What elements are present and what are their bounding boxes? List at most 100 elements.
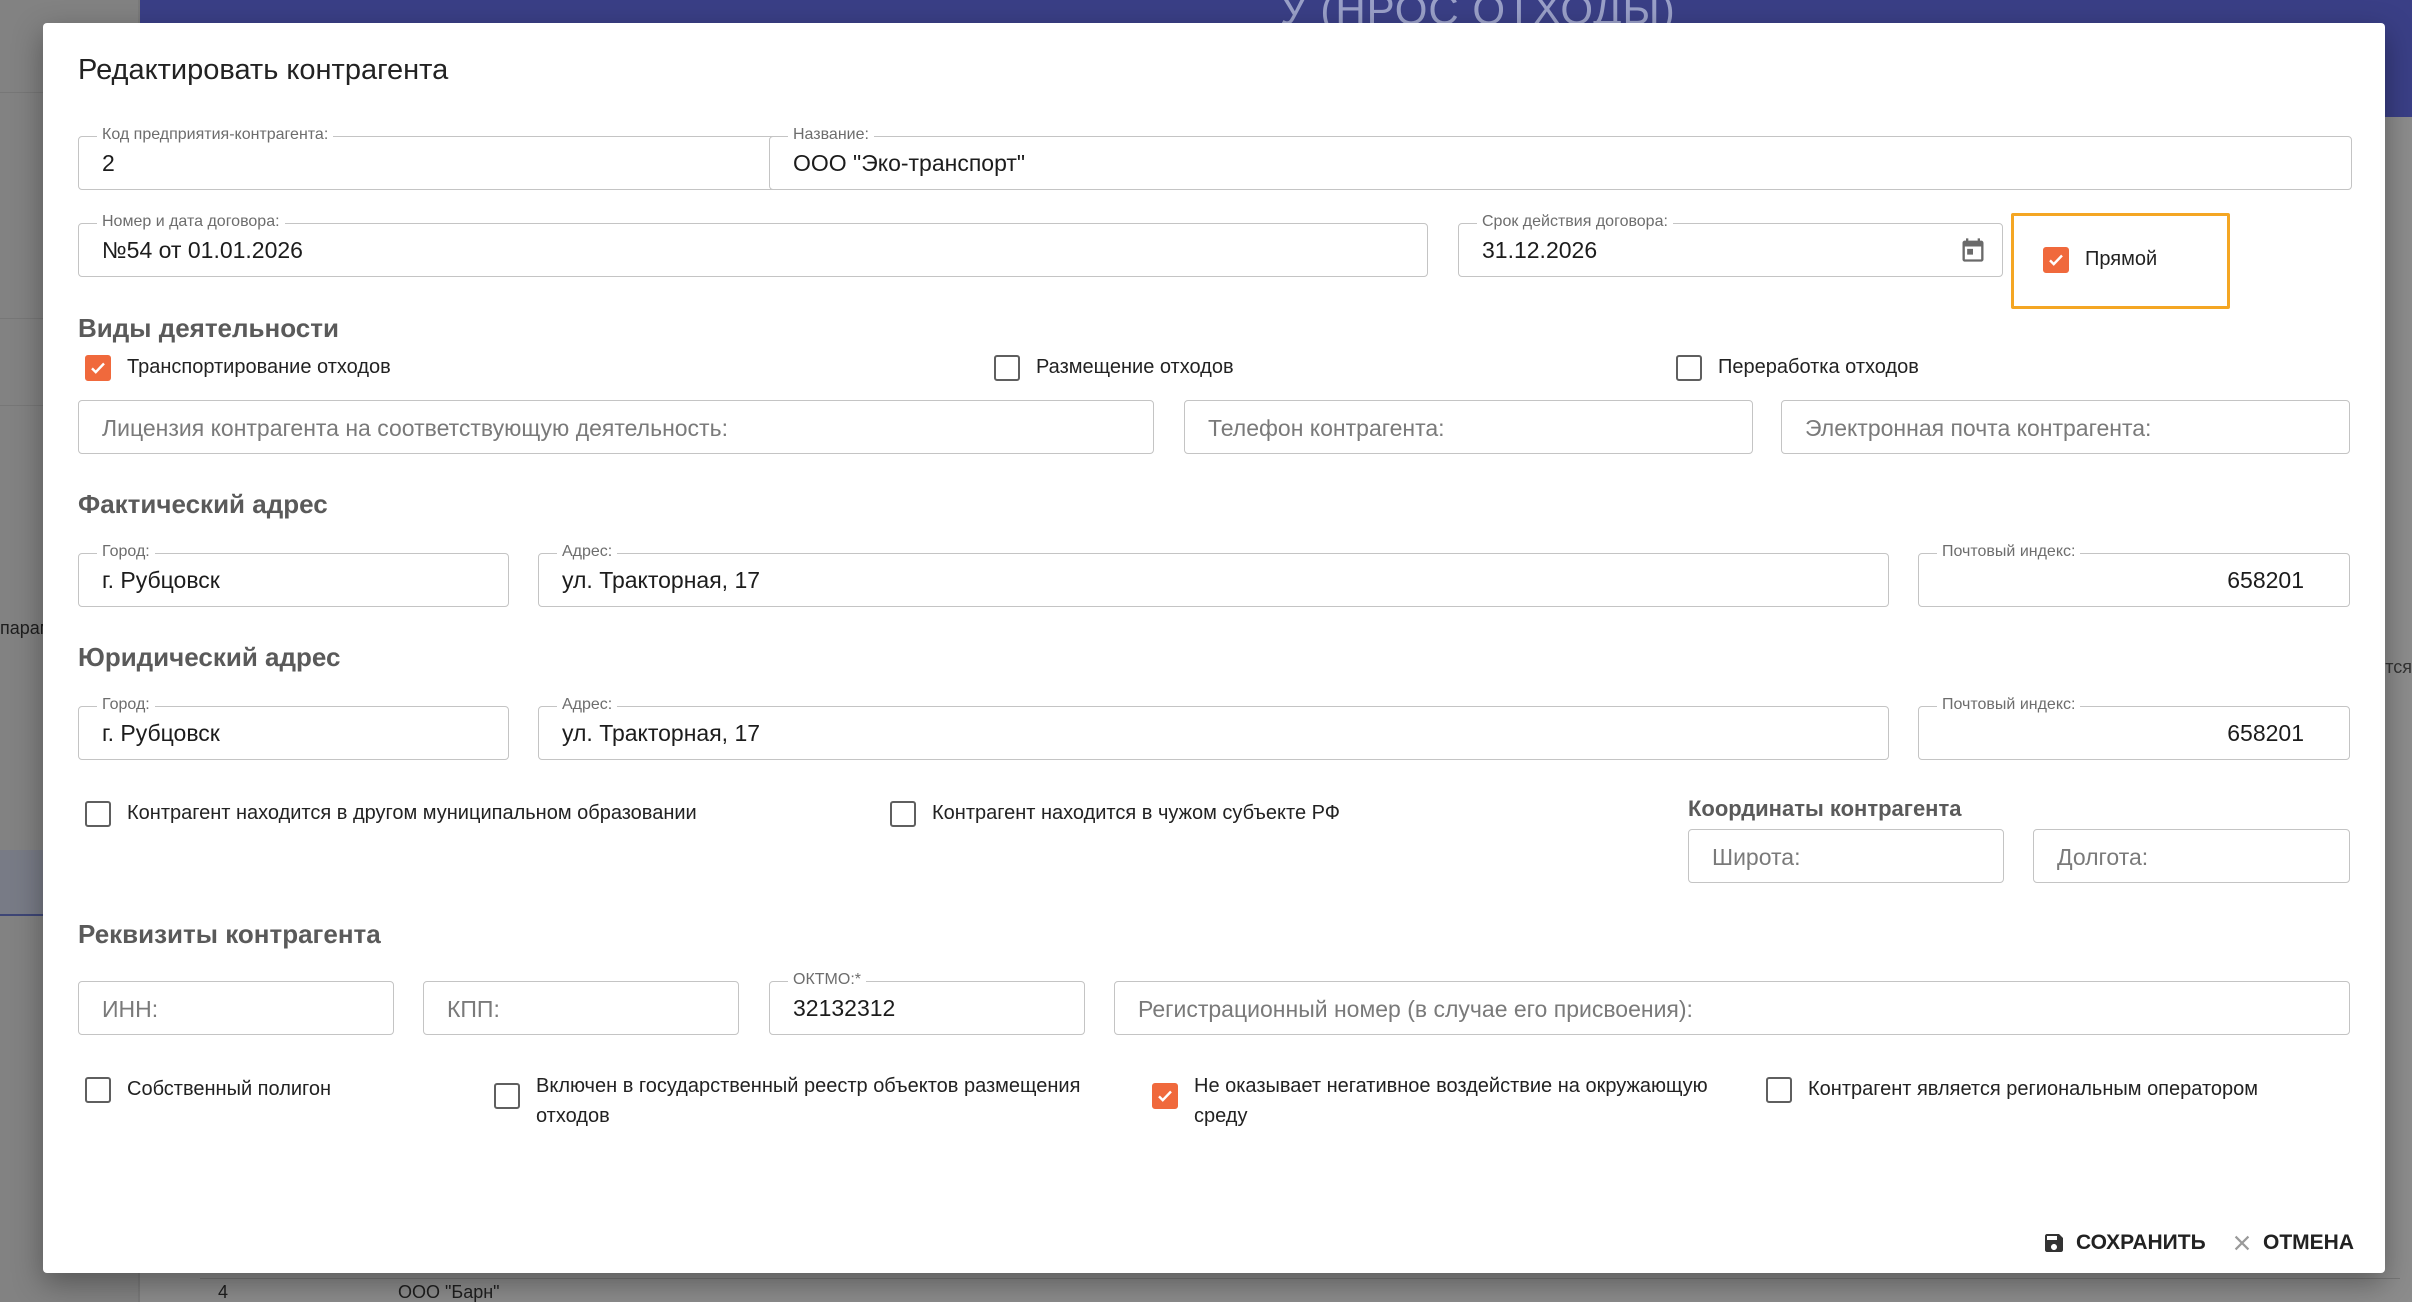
cancel-button[interactable]: ОТМЕНА	[2231, 1231, 2354, 1255]
checkbox-box[interactable]	[85, 1077, 111, 1103]
field-value: №54 от 01.01.2026	[102, 237, 303, 263]
license-field[interactable]: Лицензия контрагента на соответствующую …	[78, 400, 1154, 454]
field-value: г. Рубцовск	[102, 567, 220, 593]
checkbox-box[interactable]	[890, 801, 916, 827]
checkbox-label: Не оказывает негативное воздействие на о…	[1194, 1071, 1708, 1131]
checkbox-label: Собственный полигон	[127, 1078, 332, 1100]
legal-address-field[interactable]: Адрес: ул. Тракторная, 17	[538, 696, 1889, 760]
checkbox-label: Контрагент находится в чужом субъекте РФ	[932, 802, 1340, 824]
checkbox-label: Транспортирование отходов	[127, 356, 391, 378]
checkbox-label-line: отходов	[536, 1105, 610, 1127]
inn-field[interactable]: ИНН:	[78, 981, 394, 1035]
checkbox-box[interactable]	[85, 801, 111, 827]
checkmark-icon	[1158, 1090, 1172, 1102]
field-label: Название:	[788, 126, 874, 144]
field-placeholder: Долгота:	[2057, 844, 2149, 870]
registration-number-field[interactable]: Регистрационный номер (в случае его прис…	[1114, 981, 2350, 1035]
no-negative-impact-checkbox[interactable]: Не оказывает негативное воздействие на о…	[1152, 1075, 1708, 1131]
checkbox-label: Контрагент является региональным операто…	[1808, 1078, 2258, 1100]
checkbox-box[interactable]	[994, 355, 1020, 381]
own-landfill-checkbox[interactable]: Собственный полигон	[85, 1077, 331, 1104]
background-row-number: 4	[218, 1282, 229, 1302]
field-label: ОКТМО:*	[788, 971, 866, 989]
legal-zip-field[interactable]: Почтовый индекс: 658201	[1918, 696, 2350, 760]
contract-number-field[interactable]: Номер и дата договора: №54 от 01.01.2026	[78, 213, 1428, 277]
field-placeholder: Регистрационный номер (в случае его прис…	[1138, 996, 1693, 1022]
field-value: ул. Тракторная, 17	[562, 567, 761, 593]
checkbox-label-line: Не оказывает негативное воздействие на о…	[1194, 1075, 1708, 1097]
field-value: ООО "Эко-транспорт"	[793, 150, 1026, 176]
foreign-subject-checkbox[interactable]: Контрагент находится в чужом субъекте РФ	[890, 801, 1340, 828]
email-field[interactable]: Электронная почта контрагента:	[1781, 400, 2350, 454]
field-placeholder: КПП:	[447, 996, 500, 1022]
activity-processing-checkbox[interactable]: Переработка отходов	[1676, 355, 1919, 382]
checkmark-icon	[91, 362, 105, 374]
regional-operator-checkbox[interactable]: Контрагент является региональным операто…	[1766, 1077, 2258, 1104]
latitude-field[interactable]: Широта:	[1688, 829, 2004, 883]
contract-term-field[interactable]: Срок действия договора: 31.12.2026	[1458, 213, 2003, 277]
field-label: Почтовый индекс:	[1937, 543, 2081, 561]
checkbox-label: Переработка отходов	[1718, 356, 1919, 378]
actual-address-title: Фактический адрес	[78, 489, 328, 519]
checkbox-box[interactable]	[1152, 1083, 1178, 1109]
field-placeholder: Лицензия контрагента на соответствующую …	[102, 415, 728, 441]
checkmark-icon	[2049, 254, 2063, 266]
oktmo-field[interactable]: ОКТМО:* 32132312	[769, 971, 1085, 1035]
field-label: Город:	[97, 696, 155, 714]
field-placeholder: Электронная почта контрагента:	[1805, 415, 2152, 441]
checkbox-box[interactable]	[1676, 355, 1702, 381]
field-placeholder: Широта:	[1712, 844, 1801, 870]
checkbox-box[interactable]	[2043, 247, 2069, 273]
calendar-icon[interactable]	[1959, 236, 1987, 264]
field-label: Код предприятия-контрагента:	[97, 126, 334, 144]
cancel-button-label: ОТМЕНА	[2263, 1231, 2354, 1254]
actual-address-field[interactable]: Адрес: ул. Тракторная, 17	[538, 543, 1889, 607]
field-value: 658201	[2227, 567, 2304, 593]
field-label: Срок действия договора:	[1477, 213, 1673, 231]
background-table-row	[200, 1278, 2400, 1302]
checkbox-box[interactable]	[85, 355, 111, 381]
field-label: Адрес:	[557, 696, 618, 714]
field-label: Адрес:	[557, 543, 618, 561]
checkbox-box[interactable]	[494, 1083, 520, 1109]
save-button[interactable]: СОХРАНИТЬ	[2042, 1231, 2206, 1255]
checkbox-box[interactable]	[1766, 1077, 1792, 1103]
checkbox-label-line: Включен в государственный реестр объекто…	[536, 1075, 1081, 1097]
longitude-field[interactable]: Долгота:	[2033, 829, 2350, 883]
name-field[interactable]: Название: ООО "Эко-транспорт"	[769, 126, 2352, 190]
field-value: 658201	[2227, 720, 2304, 746]
background-row-name: ООО "Барн"	[398, 1282, 500, 1302]
other-municipality-checkbox[interactable]: Контрагент находится в другом муниципаль…	[85, 801, 697, 828]
field-placeholder: ИНН:	[102, 996, 159, 1022]
field-value: г. Рубцовск	[102, 720, 220, 746]
requisites-title: Реквизиты контрагента	[78, 919, 381, 949]
field-placeholder: Телефон контрагента:	[1208, 415, 1445, 441]
dialog-title: Редактировать контрагента	[78, 54, 449, 86]
field-value: 32132312	[793, 995, 896, 1021]
state-registry-checkbox[interactable]: Включен в государственный реестр объекто…	[494, 1075, 1080, 1131]
direct-checkbox-label: Прямой	[2085, 248, 2158, 270]
activity-placement-checkbox[interactable]: Размещение отходов	[994, 355, 1234, 382]
field-label: Город:	[97, 543, 155, 561]
checkbox-label: Размещение отходов	[1036, 356, 1234, 378]
save-button-label: СОХРАНИТЬ	[2076, 1231, 2206, 1254]
close-icon	[2234, 1235, 2250, 1251]
checkbox-label: Контрагент находится в другом муниципаль…	[127, 802, 697, 824]
activity-transport-checkbox[interactable]: Транспортирование отходов	[85, 355, 391, 382]
phone-field[interactable]: Телефон контрагента:	[1184, 400, 1753, 454]
activity-section-title: Виды деятельности	[78, 313, 339, 343]
actual-zip-field[interactable]: Почтовый индекс: 658201	[1918, 543, 2350, 607]
coordinates-title: Координаты контрагента	[1688, 796, 1962, 821]
legal-city-field[interactable]: Город: г. Рубцовск	[78, 696, 509, 760]
actual-city-field[interactable]: Город: г. Рубцовск	[78, 543, 509, 607]
edit-counterparty-dialog: Редактировать контрагента Код предприяти…	[43, 23, 2385, 1273]
field-label: Номер и дата договора:	[97, 213, 285, 231]
checkbox-label: Включен в государственный реестр объекто…	[536, 1071, 1080, 1131]
field-value: ул. Тракторная, 17	[562, 720, 761, 746]
checkbox-label-line: среду	[1194, 1105, 1248, 1127]
legal-address-title: Юридический адрес	[78, 642, 341, 672]
field-value: 31.12.2026	[1482, 237, 1598, 263]
direct-checkbox[interactable]: Прямой	[2043, 247, 2157, 274]
enterprise-code-field[interactable]: Код предприятия-контрагента: 2	[78, 126, 783, 190]
kpp-field[interactable]: КПП:	[423, 981, 739, 1035]
